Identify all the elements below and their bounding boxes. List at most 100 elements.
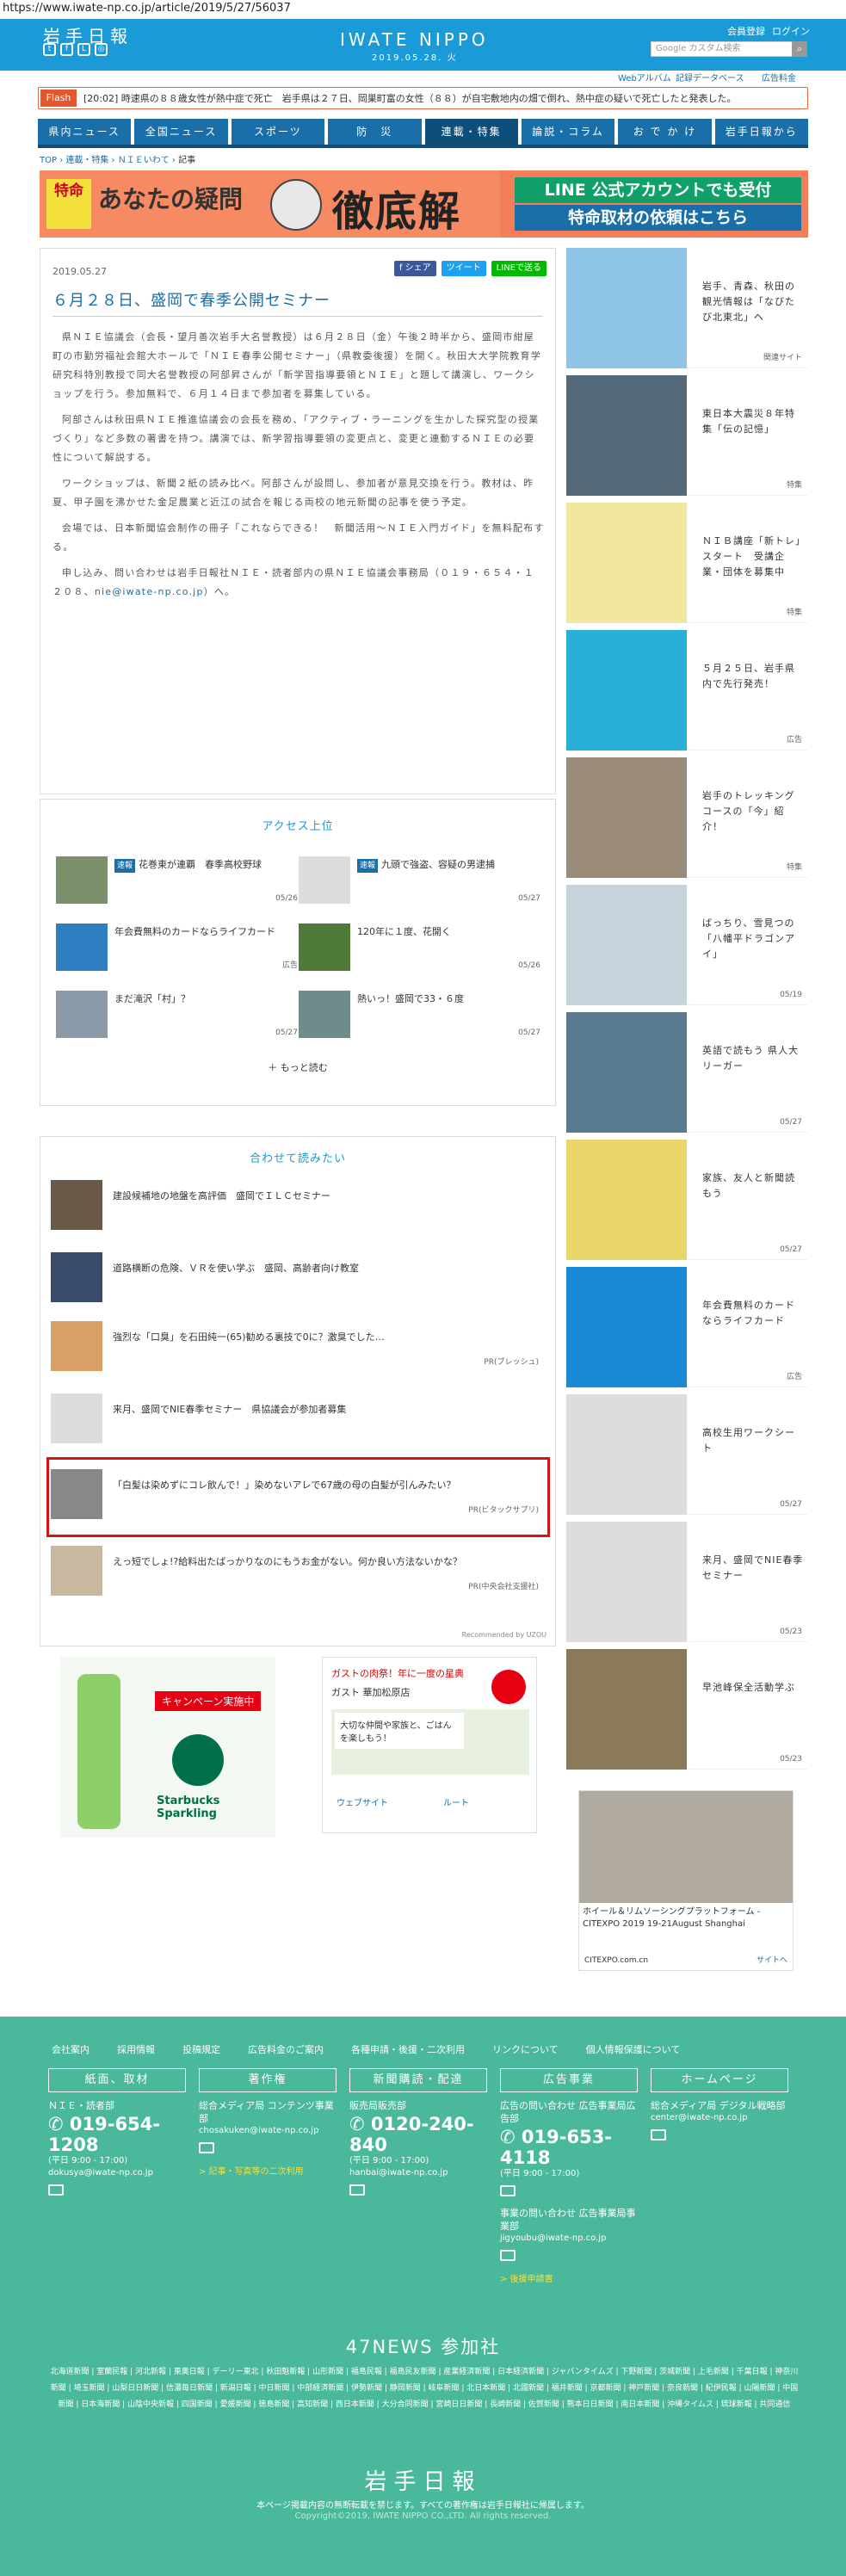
sidebar-item[interactable]: 家族、友人と新聞読もう 05/27: [566, 1140, 807, 1260]
support-application-link[interactable]: > 後援申請書: [500, 2271, 638, 2284]
sidebar-item[interactable]: ＮＩＢ講座「新トレ」スタート 受講企業・団体を募集中 特集: [566, 503, 807, 623]
email-text[interactable]: center@iwate-np.co.jp: [651, 2112, 788, 2124]
sidebar-item-title[interactable]: 家族、友人と新聞読もう: [702, 1171, 804, 1202]
list-item-title[interactable]: 熱いっ！盛岡で33・６度: [357, 992, 538, 1006]
list-item-title[interactable]: 120年に１度、花開く: [357, 925, 538, 939]
list-item[interactable]: 120年に１度、花開く 05/26: [299, 924, 544, 975]
tokumei-banner[interactable]: 特命 あなたの疑問 徹底解明 LINE 公式アカウントでも受付 特命取材の依頼は…: [40, 170, 808, 238]
secondary-use-link[interactable]: > 記事・写真等の二次利用: [199, 2164, 337, 2177]
list-item[interactable]: 来月、盛岡でNIE春季セミナー 県協議会が参加者募集: [51, 1393, 546, 1449]
url-bar[interactable]: https://www.iwate-np.co.jp/article/2019/…: [0, 0, 846, 19]
mail-icon[interactable]: [48, 2184, 64, 2196]
breadcrumb-nie[interactable]: ＮＩＥいわて: [118, 156, 170, 165]
nav-sports[interactable]: スポーツ: [231, 119, 325, 145]
route-button[interactable]: ルート: [443, 1795, 469, 1808]
starbucks-ad[interactable]: キャンペーン実施中 Starbucks Sparkling: [60, 1657, 275, 1838]
twitter-icon[interactable]: t: [43, 43, 56, 56]
nav-outing[interactable]: お で か け: [618, 119, 712, 145]
line-icon[interactable]: L: [77, 43, 90, 56]
47news-papers[interactable]: 北海道新聞 | 室蘭民報 | 河北新報 | 東奥日報 | デーリー東北 | 秋田…: [50, 2364, 799, 2413]
list-item[interactable]: 速報 花巻東が連覇 春季高校野球 05/26: [56, 856, 301, 908]
ad-price-link[interactable]: 広告料金: [762, 71, 796, 83]
sidebar-item[interactable]: 英語で読もう 県人大リーガー 05/27: [566, 1012, 807, 1133]
search-icon[interactable]: ⌕: [792, 41, 807, 57]
sidebar-item[interactable]: 東日本大震災８年特集「伝の記憶」 特集: [566, 375, 807, 496]
brand-name[interactable]: IWATE NIPPO: [340, 29, 489, 50]
sidebar-item-title[interactable]: 年会費無料のカードならライフカード: [702, 1298, 804, 1329]
flash-news-bar[interactable]: Flash [20:02] 時速県の８８歳女性が熱中症で死亡 岩手県は２７日、岡…: [38, 87, 808, 109]
phone-text[interactable]: 019-653-4118: [500, 2127, 612, 2168]
facebook-icon[interactable]: f: [60, 43, 73, 56]
sidebar-item-title[interactable]: 岩手、青森、秋田の観光情報は「なびたび北東北」へ: [702, 279, 804, 325]
phone-text[interactable]: 0120-240-840: [349, 2114, 474, 2155]
list-item-title[interactable]: 年会費無料のカードならライフカード: [114, 925, 295, 939]
nav-national-news[interactable]: 全国ニュース: [134, 119, 228, 145]
nav-series[interactable]: 連載・特集: [424, 119, 518, 145]
footer-link[interactable]: 投稿規定: [182, 2042, 220, 2056]
list-item[interactable]: 熱いっ！盛岡で33・６度 05/27: [299, 991, 544, 1042]
login-link[interactable]: ログイン: [772, 24, 810, 38]
list-item-title[interactable]: えっ短でしょ!?給料出たばっかりなのにもうお金がない。何か良い方法ないかな？: [113, 1554, 539, 1570]
sidebar-item[interactable]: 早池峰保全活動学ぶ 05/23: [566, 1649, 807, 1770]
sidebar-item-title[interactable]: ＮＩＢ講座「新トレ」スタート 受講企業・団体を募集中: [702, 534, 804, 580]
mail-icon[interactable]: [199, 2142, 214, 2153]
list-item[interactable]: 速報 九頭で強盗、容疑の男逮捕 05/27: [299, 856, 544, 908]
nav-local-news[interactable]: 県内ニュース: [38, 119, 132, 145]
sidebar-item-title[interactable]: ５月２５日、岩手県内で先行発売！: [702, 661, 804, 692]
list-item-title[interactable]: まだ滝沢「村」？: [114, 992, 295, 1006]
email-text[interactable]: hanbai@iwate-np.co.jp: [349, 2167, 487, 2179]
sidebar-item-title[interactable]: ばっちり、雪見つの「八幡平ドラゴンアイ」: [702, 916, 804, 962]
footer-link[interactable]: リンクについて: [492, 2042, 559, 2056]
list-item-title[interactable]: 花巻東が連覇 春季高校野球: [139, 859, 262, 870]
nav-editorial[interactable]: 論説・コラム: [521, 119, 615, 145]
twitter-share-button[interactable]: ツイート: [441, 261, 486, 276]
sidebar-item-title[interactable]: 英語で読もう 県人大リーガー: [702, 1043, 804, 1074]
footer-logo[interactable]: 岩手日報: [0, 2464, 846, 2496]
list-item[interactable]: えっ短でしょ!?給料出たばっかりなのにもうお金がない。何か良い方法ないかな？ P…: [51, 1546, 546, 1602]
sidebar-item[interactable]: ５月２５日、岩手県内で先行発売！ 広告: [566, 630, 807, 751]
web-album-link[interactable]: Webアルバム: [618, 71, 671, 83]
facebook-share-button[interactable]: f シェア: [393, 261, 436, 276]
phone-number[interactable]: ✆ 0120-240-840: [349, 2114, 487, 2155]
banner-line-cta[interactable]: LINE 公式アカウントでも受付: [515, 177, 801, 203]
email-link[interactable]: nie@iwate-np.co.jp: [95, 586, 204, 597]
sidebar-item-title[interactable]: 高校生用ワークシート: [702, 1425, 804, 1456]
sidebar-item[interactable]: 年会費無料のカードならライフカード 広告: [566, 1267, 807, 1387]
instagram-icon[interactable]: ◎: [95, 43, 108, 56]
banner-cta[interactable]: LINE 公式アカウントでも受付 特命取材の依頼はこちら: [515, 177, 801, 231]
list-item-text[interactable]: 速報 九頭で強盗、容疑の男逮捕: [357, 858, 538, 873]
list-item-title[interactable]: 強烈な「口臭」を石田純一(65)勧める裏技で0に？激臭でした…: [113, 1330, 539, 1345]
breadcrumb-top[interactable]: TOP: [40, 156, 57, 165]
sidebar-item[interactable]: ばっちり、雪見つの「八幡平ドラゴンアイ」 05/19: [566, 885, 807, 1005]
nav-from-iwate[interactable]: 岩手日報から: [714, 119, 808, 145]
list-item-text[interactable]: 速報 花巻東が連覇 春季高校野球: [114, 858, 295, 873]
sidebar-item[interactable]: 高校生用ワークシート 05/27: [566, 1394, 807, 1515]
email-text[interactable]: jigyoubu@iwate-np.co.jp: [500, 2233, 638, 2245]
list-item[interactable]: まだ滝沢「村」？ 05/27: [56, 991, 301, 1042]
list-item[interactable]: 道路横断の危険、ＶＲを使い学ぶ 盛岡、高齢者向け教室: [51, 1252, 546, 1308]
footer-link[interactable]: 個人情報保護について: [586, 2042, 681, 2056]
mail-icon[interactable]: [500, 2250, 516, 2261]
footer-link[interactable]: 各種申請・後援・二次利用: [351, 2042, 465, 2056]
list-item-title[interactable]: 建設候補地の地盤を高評価 盛岡でＩＬＣセミナー: [113, 1189, 539, 1204]
sidebar-item[interactable]: 来月、盛岡でNIE春季セミナー 05/23: [566, 1522, 807, 1642]
mail-icon[interactable]: [651, 2129, 666, 2140]
more-button[interactable]: ＋ もっと読む: [40, 1060, 555, 1074]
line-share-button[interactable]: LINEで送る: [491, 261, 547, 276]
record-db-link[interactable]: 記録データベース: [676, 71, 744, 83]
sidebar-item-title[interactable]: 東日本大震災８年特集「伝の記憶」: [702, 406, 804, 437]
side-ad[interactable]: ホイール＆リムソーシングプラットフォーム -CITEXPO 2019 19-21…: [578, 1790, 794, 1971]
list-item-title[interactable]: 九頭で強盗、容疑の男逮捕: [381, 859, 495, 870]
register-link[interactable]: 会員登録: [727, 24, 765, 38]
email-text[interactable]: chosakuken@iwate-np.co.jp: [199, 2125, 337, 2137]
list-item[interactable]: 強烈な「口臭」を石田純一(65)勧める裏技で0に？激臭でした… PR(ブレッシュ…: [51, 1321, 546, 1377]
flash-text[interactable]: [20:02] 時速県の８８歳女性が熱中症で死亡 岩手県は２７日、岡巣町富の女性…: [83, 91, 798, 105]
list-item-title[interactable]: 来月、盛岡でNIE春季セミナー 県協議会が参加者募集: [113, 1402, 539, 1418]
banner-request-cta[interactable]: 特命取材の依頼はこちら: [515, 205, 801, 231]
search-input[interactable]: Google カスタム検索: [651, 41, 806, 57]
mail-icon[interactable]: [500, 2185, 516, 2196]
sidebar-item-title[interactable]: 岩手のトレッキングコースの「今」紹介！: [702, 788, 804, 835]
sidebar-item-title[interactable]: 早池峰保全活動学ぶ: [702, 1680, 804, 1696]
recommended-by[interactable]: Recommended by UZOU: [462, 1631, 547, 1639]
sidebar-item[interactable]: 岩手、青森、秋田の観光情報は「なびたび北東北」へ 関連サイト: [566, 248, 807, 368]
